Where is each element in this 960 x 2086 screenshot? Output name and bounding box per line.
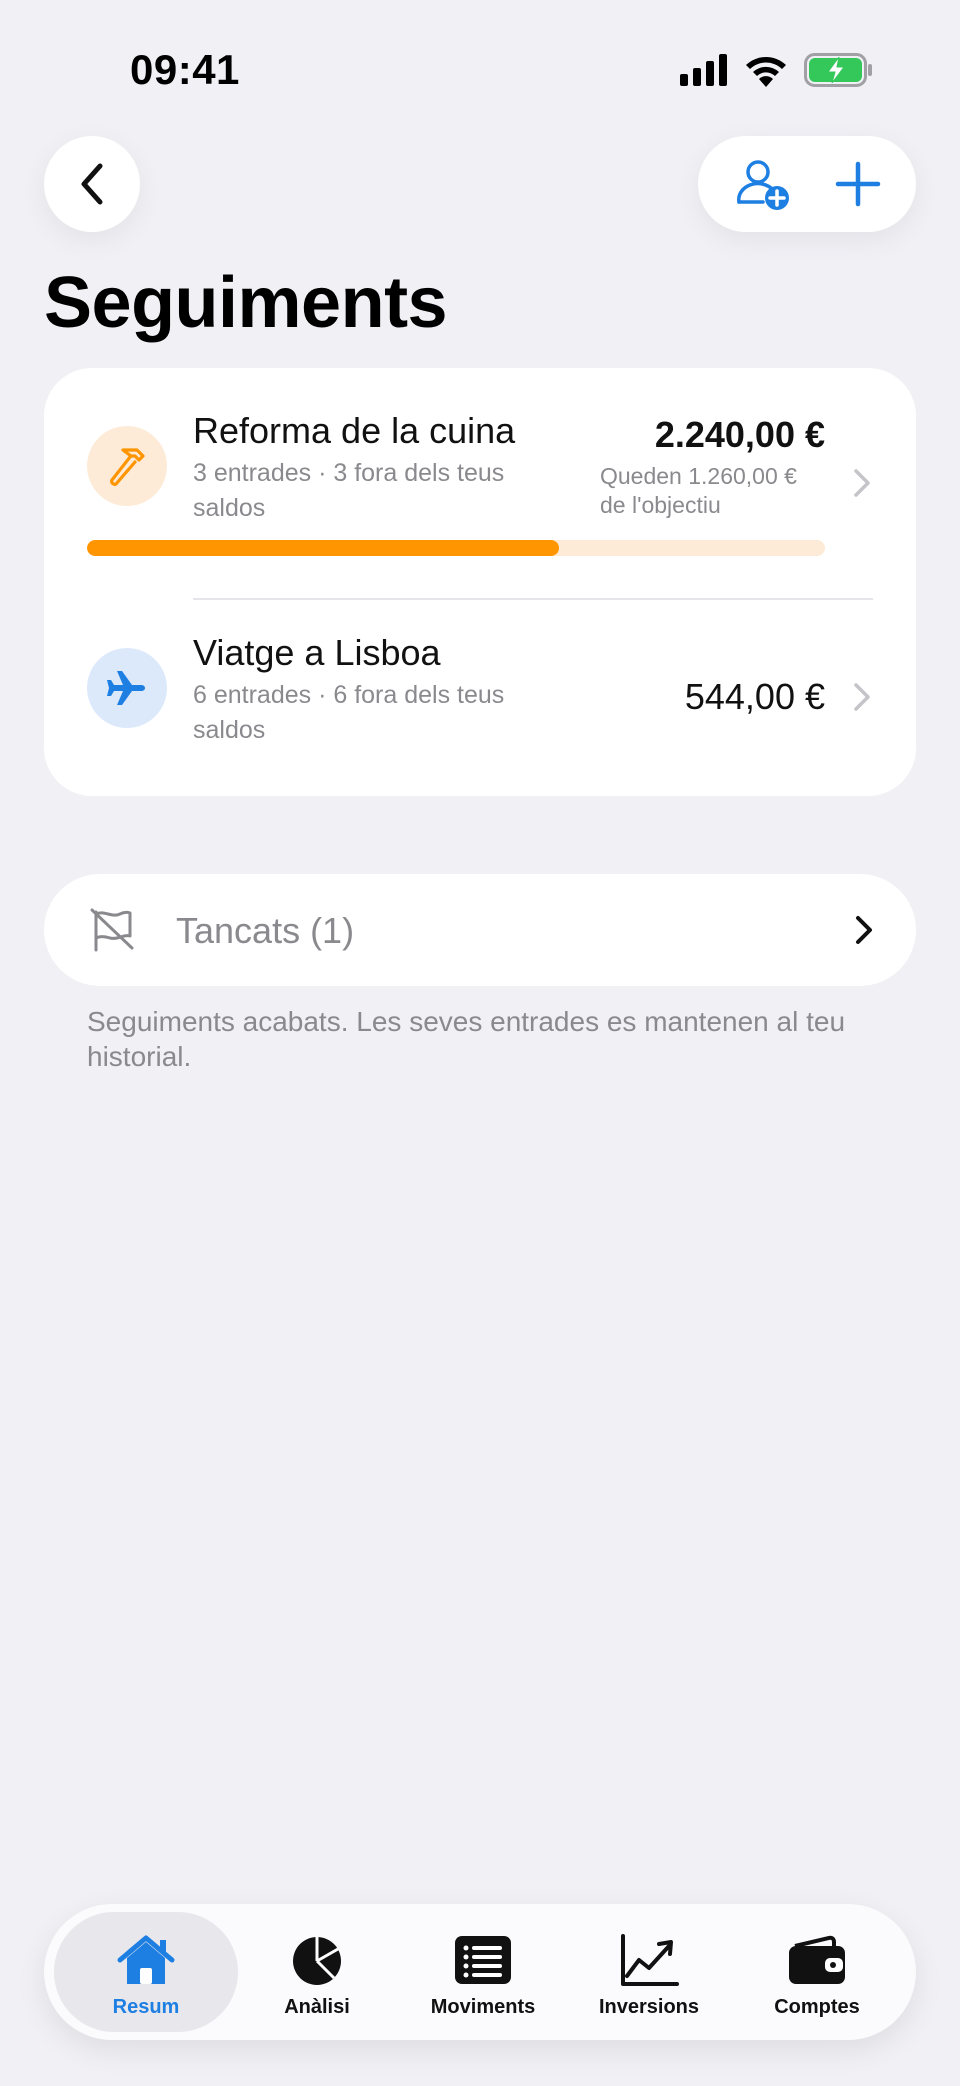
tab-label: Comptes — [774, 1996, 860, 2018]
tracking-subtitle: 3 entrades · 3 fora dels teus saldos — [193, 459, 505, 522]
closed-trackings-label: Tancats (1) — [176, 910, 355, 951]
plus-icon[interactable] — [835, 161, 881, 207]
tab-moviments[interactable]: Moviments — [400, 1912, 566, 2032]
wifi-icon — [746, 57, 786, 87]
chevron-right-icon — [854, 469, 870, 497]
back-button[interactable] — [44, 136, 140, 232]
tracking-icon-container — [87, 648, 167, 728]
tab-label: Resum — [112, 1996, 180, 2018]
closed-trackings-note: Seguiments acabats. Les seves entrades e… — [87, 1006, 846, 1072]
tab-comptes[interactable]: Comptes — [734, 1912, 900, 2032]
hammer-icon — [110, 448, 145, 486]
tracking-icon-container — [87, 426, 167, 506]
goal-progress-bar — [87, 540, 825, 556]
tab-label: Moviments — [430, 1996, 536, 2018]
house-icon — [117, 1935, 175, 1984]
chevron-left-icon — [81, 163, 103, 205]
tracking-title: Viatge a Lisboa — [193, 632, 441, 673]
tracking-row-lisboa[interactable]: Viatge a Lisboa 6 entrades · 6 fora dels… — [44, 600, 916, 796]
tab-inversions[interactable]: Inversions — [566, 1912, 732, 2032]
header-actions — [698, 136, 916, 232]
tracking-amount: 544,00 € — [684, 676, 825, 717]
tab-label: Inversions — [598, 1996, 700, 2018]
goal-progress-fill — [87, 540, 560, 556]
list-icon — [455, 1936, 511, 1984]
tab-analisi[interactable]: Anàlisi — [234, 1912, 400, 2032]
chart-line-icon — [621, 1934, 679, 1986]
closed-trackings-row[interactable]: Tancats (1) — [44, 874, 916, 986]
tracking-row-reforma[interactable]: Reforma de la cuina 3 entrades · 3 fora … — [44, 368, 916, 600]
wallet-icon — [789, 1935, 845, 1984]
status-bar: 09:41 — [0, 0, 960, 140]
tab-resum[interactable]: Resum — [54, 1912, 238, 2032]
tracking-title: Reforma de la cuina — [193, 410, 516, 451]
tracking-amount: 2.240,00 € — [654, 414, 825, 455]
chevron-right-icon — [856, 916, 872, 944]
chevron-right-icon — [854, 683, 870, 711]
tab-label: Anàlisi — [284, 1996, 350, 2018]
tab-bar: Resum Anàlisi Moviments Inversions Compt… — [44, 1904, 916, 2040]
trackings-card: Reforma de la cuina 3 entrades · 3 fora … — [44, 368, 916, 796]
tracking-goal-note: Queden 1.260,00 € de l'objectiu — [600, 463, 797, 518]
tracking-subtitle: 6 entrades · 6 fora dels teus saldos — [193, 681, 505, 744]
flag-slash-icon — [90, 908, 134, 952]
airplane-icon — [107, 671, 145, 705]
person-add-icon[interactable] — [733, 156, 793, 212]
status-icons — [680, 52, 874, 88]
status-time: 09:41 — [130, 46, 240, 93]
signal-icon — [680, 54, 727, 86]
page-title: Seguiments — [44, 263, 448, 343]
pie-chart-icon — [293, 1937, 341, 1985]
battery-charging-icon — [804, 53, 872, 87]
